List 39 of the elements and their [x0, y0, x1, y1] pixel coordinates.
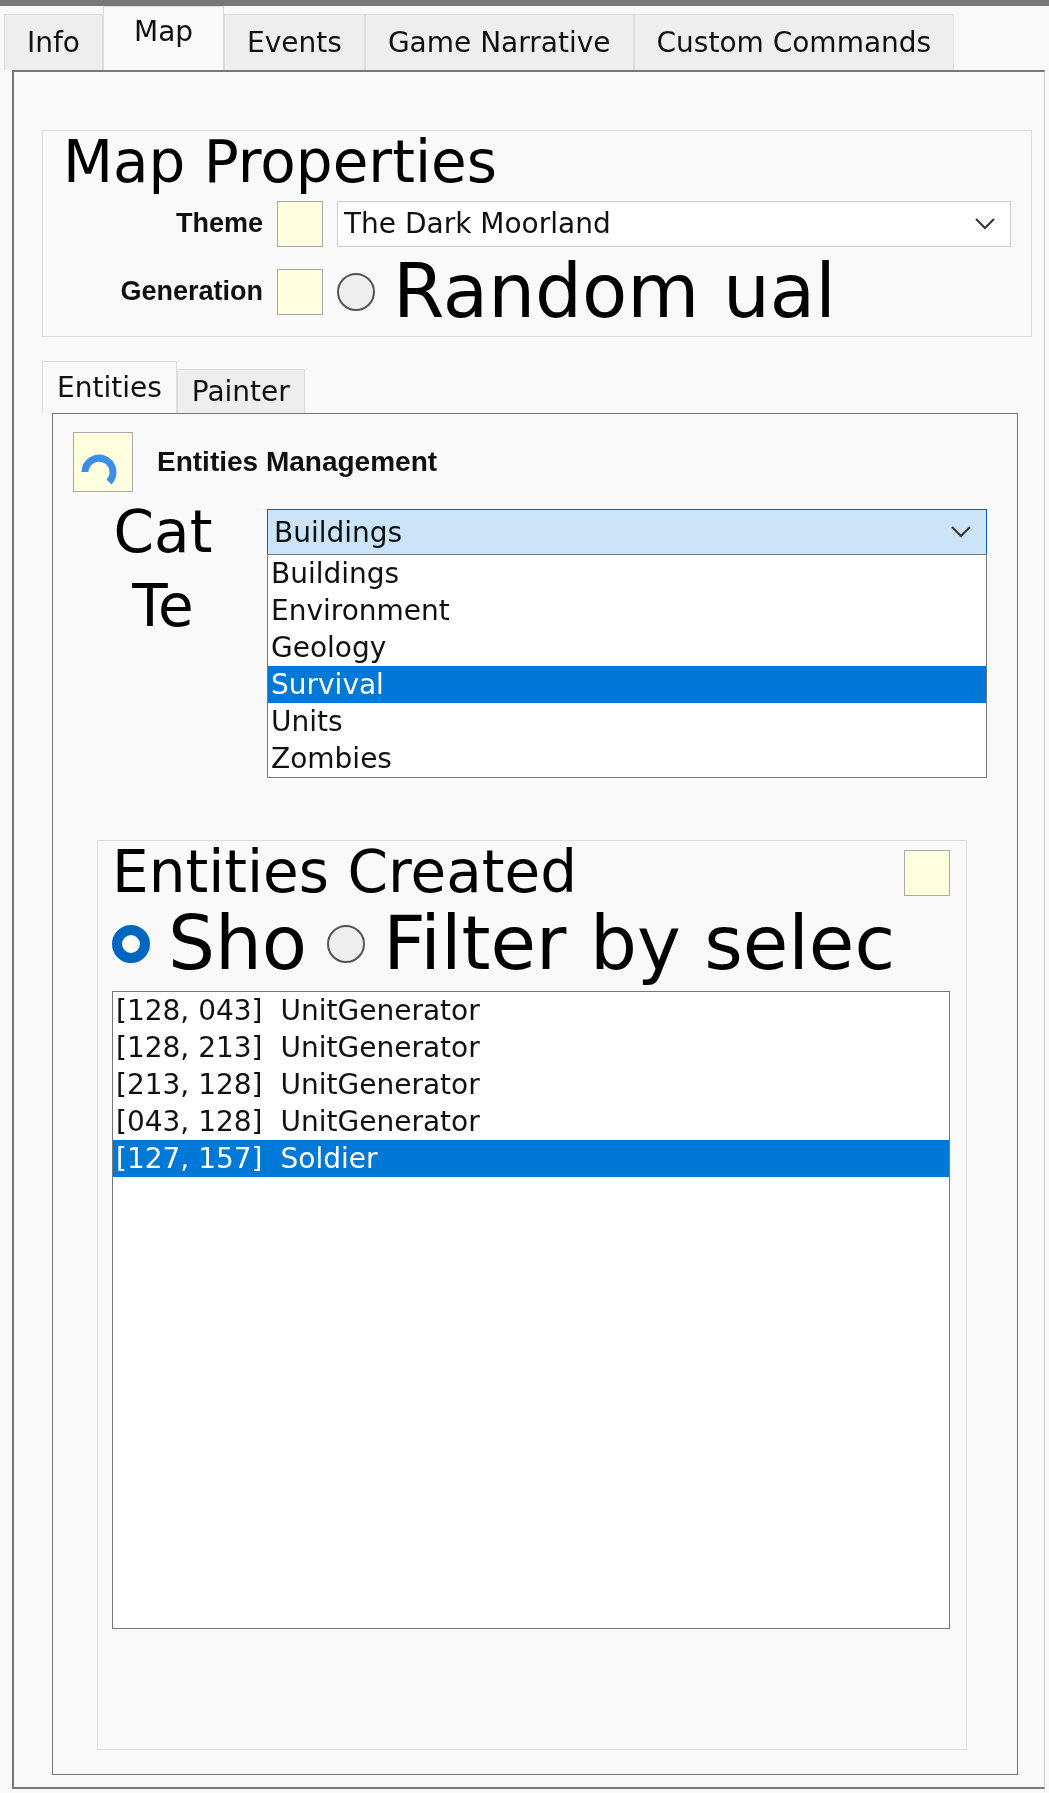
position-text: [128, 043] [116, 993, 263, 1027]
radio-label: Sho [168, 905, 308, 983]
chevron-down-icon [974, 216, 996, 231]
blank-icon [277, 268, 323, 315]
list-item[interactable]: [127, 157] Soldier [113, 1139, 949, 1177]
tab[interactable]: Custom Commands [633, 14, 955, 70]
radio-label: Random ual [393, 252, 836, 331]
radio-button[interactable] [337, 272, 375, 311]
blank-icon [277, 200, 323, 247]
tab[interactable]: Painter [176, 369, 305, 414]
generation-label: Generation [119, 276, 263, 308]
theme-dropdown[interactable]: The Dark Moorland [337, 200, 1011, 247]
tab[interactable]: Events [224, 14, 365, 70]
radio-button[interactable] [112, 925, 150, 964]
entity-name: UnitGenerator [280, 993, 480, 1027]
position-text: [127, 157] [116, 1141, 263, 1175]
theme-label: Theme [174, 208, 263, 240]
section-title: Entities Management [157, 446, 438, 479]
position-text: [213, 128] [116, 1067, 263, 1101]
menu-item[interactable]: Survival [268, 666, 986, 704]
entity-name: UnitGenerator [280, 1067, 480, 1101]
help-icon [73, 432, 133, 493]
entity-name: UnitGenerator [280, 1030, 480, 1064]
entity-name: Soldier [280, 1141, 378, 1175]
tab[interactable]: Game Narrative [364, 14, 634, 70]
blank-icon [904, 850, 950, 897]
radio-button[interactable] [327, 925, 366, 964]
type-label: Te [131, 572, 195, 641]
entity-name: UnitGenerator [280, 1104, 480, 1138]
group-title: Entities Created [112, 841, 577, 906]
tab[interactable]: Info [4, 14, 103, 70]
tab[interactable]: Map [103, 6, 225, 70]
position-text: [128, 213] [116, 1030, 263, 1064]
group-title: Map Properties [63, 131, 498, 195]
tab[interactable]: Entities [42, 361, 177, 414]
radio-label: Filter by selec [383, 905, 896, 983]
position-text: [043, 128] [116, 1104, 263, 1138]
chevron-down-icon [950, 525, 972, 540]
category-label: Cat [112, 498, 214, 567]
